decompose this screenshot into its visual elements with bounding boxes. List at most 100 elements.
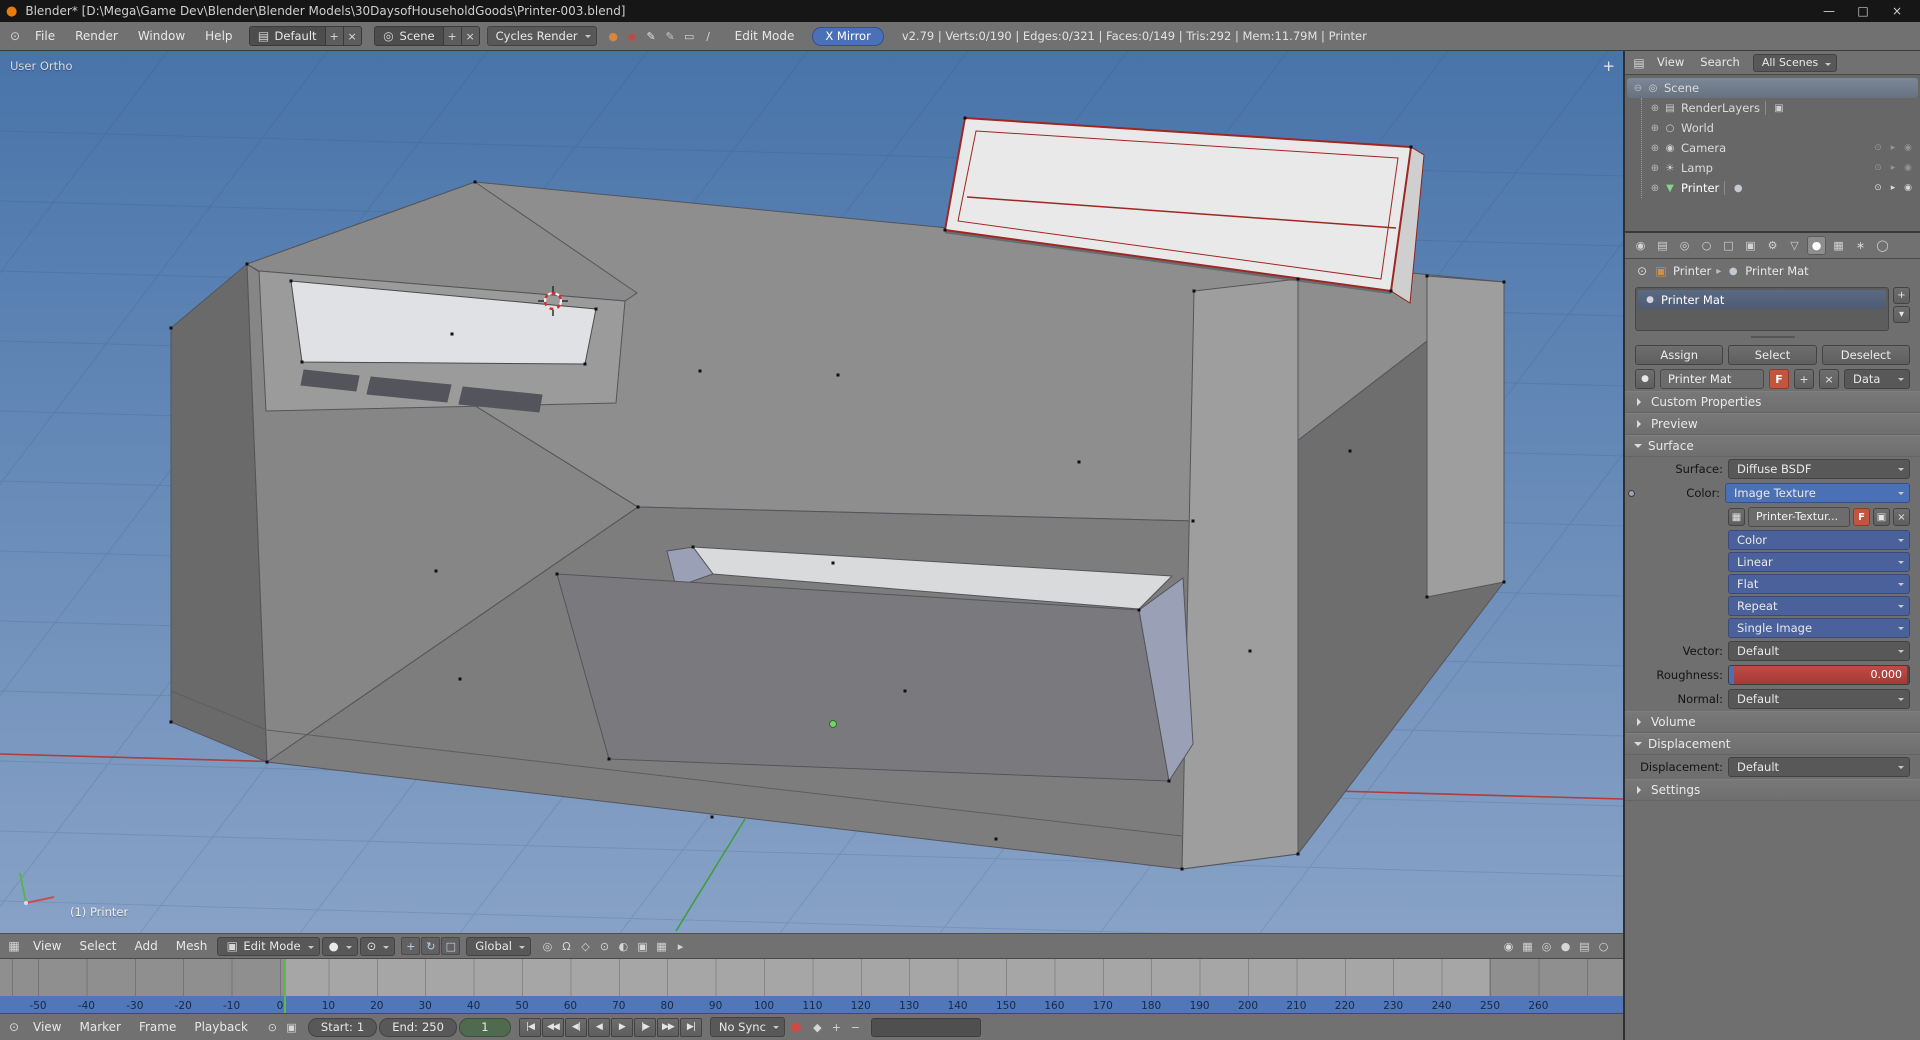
region-expand-icon[interactable]: +	[1602, 59, 1615, 74]
outliner-item-label[interactable]: World	[1681, 121, 1714, 135]
tab-world[interactable]: ○	[1697, 236, 1716, 255]
section-preview[interactable]: Preview	[1625, 413, 1920, 435]
snap-element-icon[interactable]: ◇	[577, 938, 594, 955]
tab-constraints[interactable]: ▣	[1741, 236, 1760, 255]
color-space-dropdown[interactable]: Color	[1728, 530, 1910, 550]
image-name-field[interactable]: Printer-Textur...	[1748, 507, 1850, 527]
playback-button[interactable]: ◀|	[564, 1017, 587, 1037]
line-tool-icon[interactable]: ∕	[700, 28, 717, 45]
active-keying-set-field[interactable]	[870, 1017, 981, 1037]
fake-user-button[interactable]: F	[1853, 508, 1870, 526]
playback-button[interactable]: ◀	[587, 1017, 610, 1037]
menu-render[interactable]: Render	[66, 23, 127, 50]
playback-button[interactable]: ▶▶	[656, 1017, 679, 1037]
viewport-3d[interactable]: User Ortho (1) Printer +	[0, 51, 1623, 933]
playback-button[interactable]: ▶	[610, 1017, 633, 1037]
opengl-render-icon[interactable]: ◉	[1500, 938, 1517, 955]
slot-specials-button[interactable]: ▾	[1893, 306, 1910, 323]
disclosure-icon[interactable]: ⊕	[1648, 123, 1662, 134]
remove-layout-button[interactable]: ×	[343, 26, 362, 46]
select-button[interactable]: Select	[1728, 345, 1817, 365]
outliner-item-label[interactable]: Scene	[1664, 81, 1699, 95]
projection-dropdown[interactable]: Flat	[1728, 574, 1910, 594]
outliner-item-label[interactable]: Lamp	[1681, 161, 1713, 175]
section-surface[interactable]: Surface	[1625, 435, 1920, 457]
tab-particles[interactable]: ∗	[1851, 236, 1870, 255]
surface-shader-dropdown[interactable]: Diffuse BSDF	[1728, 459, 1910, 479]
playback-button[interactable]: |▶	[633, 1017, 656, 1037]
timeline-ruler[interactable]: -50 -40 -30 -20 -10 0 10 20 30 40 50 60 70 80 90 100 110…	[0, 959, 1623, 1014]
displacement-input-dropdown[interactable]: Default	[1728, 757, 1910, 777]
manipulator-rotate-icon[interactable]: ↻	[421, 937, 441, 955]
browse-material-button[interactable]: ●	[1635, 369, 1655, 389]
viewport-shading-dropdown[interactable]: ●	[321, 936, 358, 956]
tab-scene[interactable]: ◎	[1675, 236, 1694, 255]
roughness-slider[interactable]: 0.000	[1728, 665, 1910, 685]
menu-add[interactable]: Add	[127, 934, 166, 958]
tab-object-data[interactable]: ▽	[1785, 236, 1804, 255]
playback-button[interactable]: ◀◀	[541, 1017, 564, 1037]
ruler-icon[interactable]: ▭	[681, 28, 698, 45]
breadcrumb-material[interactable]: Printer Mat	[1745, 264, 1808, 278]
annotate-pen-icon[interactable]: ✎	[662, 28, 679, 45]
outliner-display-dropdown[interactable]: All Scenes	[1752, 53, 1838, 72]
printer-model[interactable]	[170, 116, 1506, 870]
color-input-dropdown[interactable]: Image Texture	[1725, 483, 1910, 503]
proportional-edit-icon[interactable]: ◎	[539, 938, 556, 955]
opengl-anim-icon[interactable]: ▦	[1519, 938, 1536, 955]
add-scene-button[interactable]: +	[443, 26, 462, 46]
occlude-geometry-icon[interactable]: ▣	[634, 938, 651, 955]
disclosure-icon[interactable]: ⊕	[1648, 163, 1662, 174]
material-slot-item[interactable]: ● Printer Mat	[1638, 290, 1886, 309]
outliner-item-printer[interactable]: ⊕ ▼ Printer ● ⊙ ▸ ◉	[1644, 178, 1918, 198]
menu-mesh[interactable]: Mesh	[168, 934, 216, 958]
manipulator-scale-icon[interactable]: □	[441, 937, 461, 955]
section-volume[interactable]: Volume	[1625, 711, 1920, 733]
viewport-shading-extra-icon[interactable]: ◎	[1538, 938, 1555, 955]
av-sync-dropdown[interactable]: No Sync	[709, 1017, 785, 1037]
render-engine-dropdown[interactable]: Cycles Render	[486, 26, 597, 46]
scene-dropdown[interactable]: ◎ Scene	[373, 26, 444, 46]
editor-type-icon[interactable]: ▤	[1630, 54, 1648, 72]
minimize-button[interactable]: —	[1812, 0, 1846, 22]
unlink-image-button[interactable]: ×	[1893, 508, 1910, 526]
renderable-icon[interactable]: ▣	[1771, 103, 1787, 114]
screen-layout-dropdown[interactable]: ▤ Default	[248, 26, 326, 46]
insert-keyframe-icon[interactable]: +	[828, 1019, 845, 1036]
playback-button[interactable]: ▶|	[679, 1017, 702, 1037]
editor-type-icon[interactable]: ▦	[5, 937, 23, 955]
keying-set-diamond-icon[interactable]: ◆	[809, 1019, 826, 1036]
disclosure-icon[interactable]: ⊕	[1648, 183, 1662, 194]
matcap-icon[interactable]: ●	[1557, 938, 1574, 955]
x-mirror-toggle[interactable]: X Mirror	[812, 26, 884, 46]
menu-frame[interactable]: Frame	[131, 1015, 184, 1039]
selectable-icon[interactable]: ▸	[1887, 143, 1899, 153]
close-button[interactable]: ×	[1880, 0, 1914, 22]
tab-physics[interactable]: ◯	[1873, 236, 1892, 255]
material-slot-list[interactable]: ● Printer Mat	[1635, 287, 1889, 331]
snap-magnet-icon[interactable]: Ω	[558, 938, 575, 955]
menu-help[interactable]: Help	[196, 23, 241, 50]
lock-time-icon[interactable]: ▣	[283, 1019, 300, 1036]
list-resize-grip[interactable]	[1625, 331, 1920, 343]
outliner-item-scene[interactable]: ⊖ ◎ Scene	[1627, 78, 1918, 98]
fake-user-button[interactable]: F	[1769, 369, 1789, 389]
breadcrumb-object[interactable]: Printer	[1673, 264, 1711, 278]
tab-material[interactable]: ●	[1807, 236, 1826, 255]
browse-image-button[interactable]: ▦	[1728, 508, 1745, 526]
pivot-center-dropdown[interactable]: ⊙	[359, 936, 396, 956]
remove-scene-button[interactable]: ×	[461, 26, 480, 46]
outliner-item-world[interactable]: ⊕ ○ World	[1644, 118, 1918, 138]
tab-render-layers[interactable]: ▤	[1653, 236, 1672, 255]
selectable-icon[interactable]: ▸	[1887, 163, 1899, 173]
outliner-item-renderlayers[interactable]: ⊕ ▤ RenderLayers ▣	[1644, 98, 1918, 118]
playhead[interactable]	[284, 959, 286, 1013]
outliner-item-camera[interactable]: ⊕ ◉ Camera ⊙ ▸ ◉	[1644, 138, 1918, 158]
disclosure-icon[interactable]: ⊕	[1648, 143, 1662, 154]
end-frame-field[interactable]: End: 250	[379, 1017, 457, 1037]
new-material-button[interactable]: +	[1794, 369, 1814, 389]
hide-icon[interactable]: ⊙	[1872, 143, 1884, 153]
renderable-icon[interactable]: ◉	[1902, 163, 1914, 173]
link-mode-dropdown[interactable]: Data	[1844, 369, 1910, 389]
start-frame-field[interactable]: Start: 1	[307, 1017, 378, 1037]
